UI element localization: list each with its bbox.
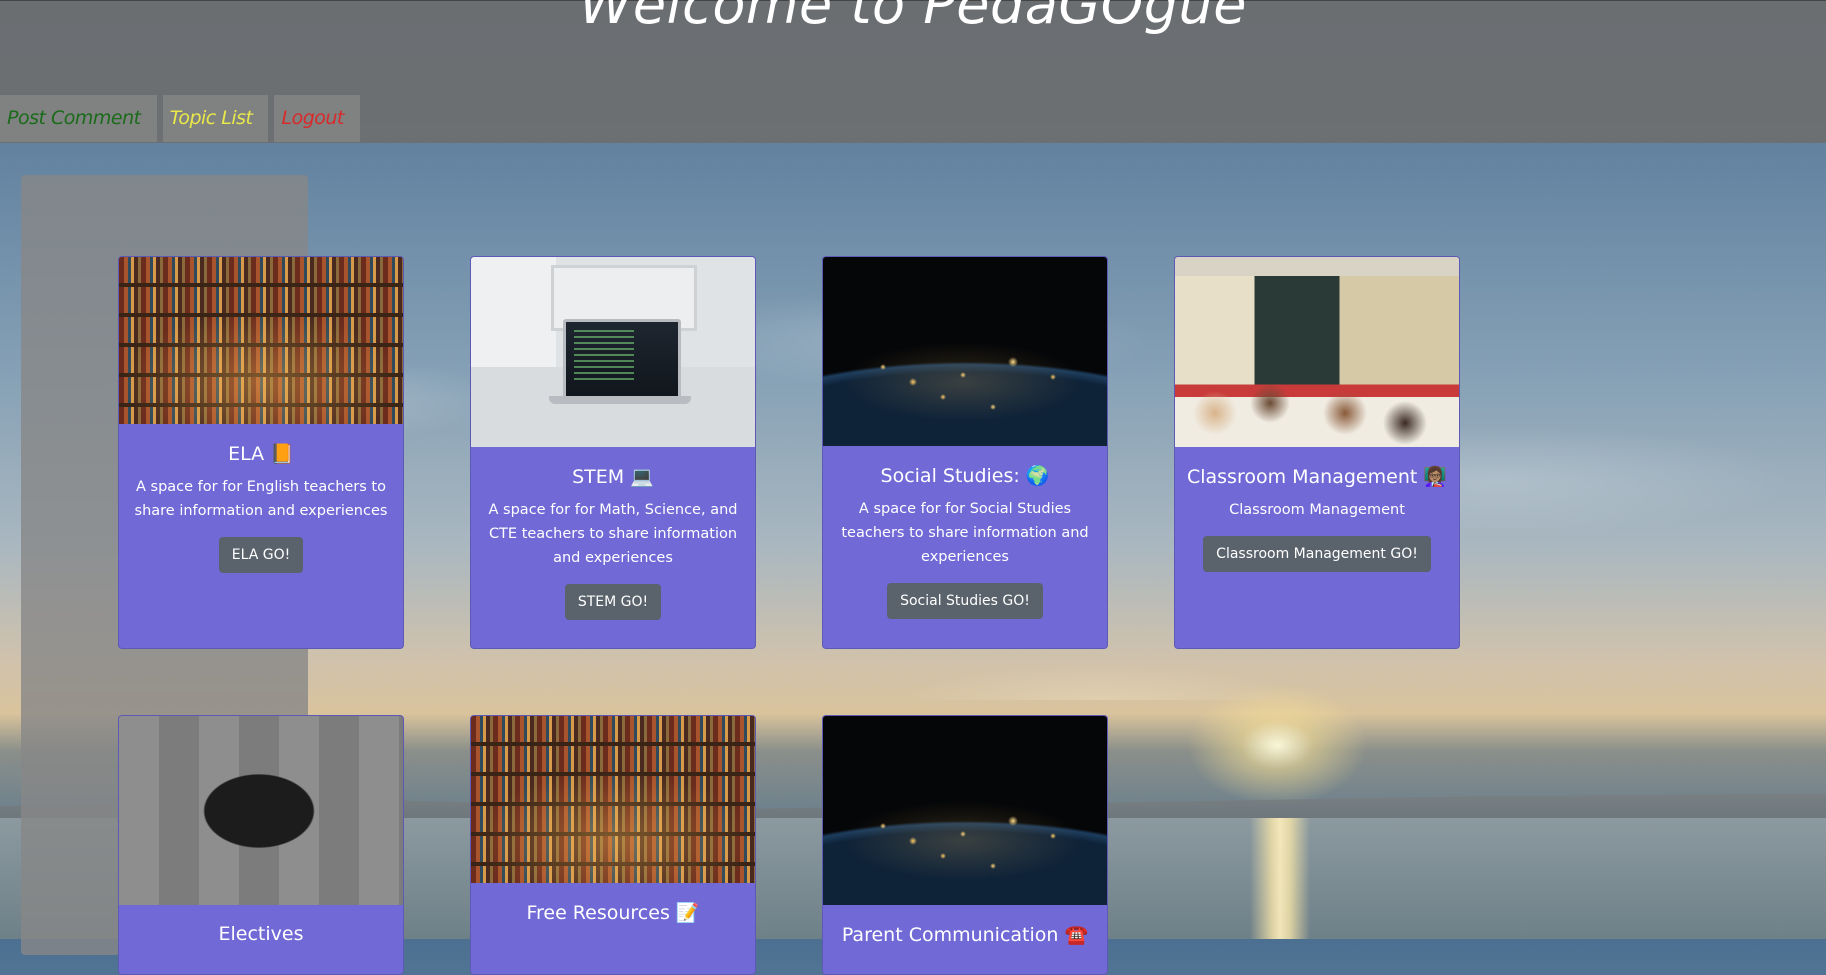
- card-title: ELA 📙: [228, 443, 294, 465]
- top-nav: Post Comment Topic List Logout: [0, 95, 360, 142]
- card-stem: STEM 💻 A space for for Math, Science, an…: [470, 256, 756, 649]
- laptop-desk-photo: [471, 257, 755, 447]
- card-title: STEM 💻: [572, 466, 654, 488]
- nav-post-comment[interactable]: Post Comment: [0, 95, 157, 142]
- card-title: Free Resources 📝: [526, 902, 700, 924]
- earth-at-night-photo: [823, 716, 1107, 905]
- sports-team-photo: [119, 716, 403, 905]
- classroom-photo: [1175, 257, 1459, 447]
- nav-topic-list[interactable]: Topic List: [162, 95, 269, 142]
- laptop-base-shape: [549, 396, 691, 404]
- card-title: Social Studies: 🌍: [880, 465, 1050, 487]
- card-free-resources: Free Resources 📝: [470, 715, 756, 975]
- card-title: Parent Communication ☎️: [841, 924, 1089, 946]
- card-classroom-management: Classroom Management 👩🏽‍🏫 Classroom Mana…: [1174, 256, 1460, 649]
- laptop-screen-shape: [563, 319, 681, 399]
- card-description: A space for for Social Studies teachers …: [841, 501, 1089, 565]
- card-description: A space for for Math, Science, and CTE t…: [488, 502, 738, 566]
- page-title: Welcome to PedaGOgue: [579, 0, 1247, 36]
- ela-go-button[interactable]: ELA GO!: [218, 537, 304, 573]
- nav-logout[interactable]: Logout: [274, 95, 360, 142]
- card-description: Classroom Management: [1229, 502, 1405, 518]
- card-title: Electives: [218, 923, 304, 945]
- bookshelf-photo: [471, 716, 755, 883]
- card-social-studies: Social Studies: 🌍 A space for for Social…: [822, 256, 1108, 649]
- bookshelf-photo: [119, 257, 403, 424]
- card-description: A space for for English teachers to shar…: [134, 479, 388, 519]
- card-electives: Electives: [118, 715, 404, 975]
- stem-go-button[interactable]: STEM GO!: [564, 584, 662, 620]
- earth-at-night-photo: [823, 257, 1107, 446]
- card-parent-communication: Parent Communication ☎️: [822, 715, 1108, 975]
- card-title: Classroom Management 👩🏽‍🏫: [1186, 466, 1448, 488]
- classroom-management-go-button[interactable]: Classroom Management GO!: [1203, 536, 1431, 572]
- card-ela: ELA 📙 A space for for English teachers t…: [118, 256, 404, 649]
- social-studies-go-button[interactable]: Social Studies GO!: [887, 583, 1043, 619]
- site-header: Welcome to PedaGOgue Post Comment Topic …: [0, 0, 1826, 143]
